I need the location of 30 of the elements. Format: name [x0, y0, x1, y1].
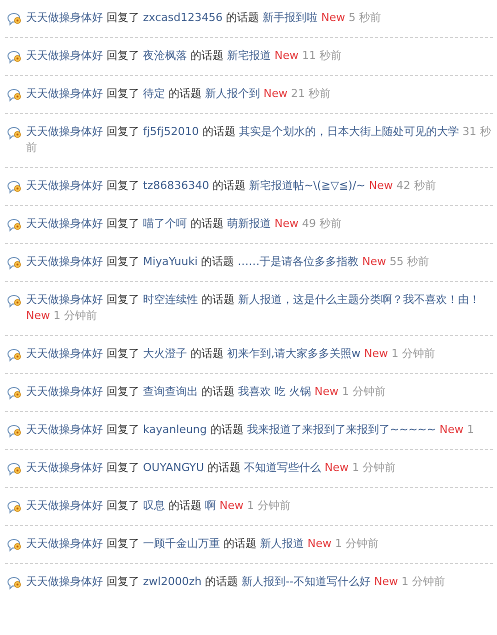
- reply-bubble-icon: [7, 348, 22, 362]
- activity-text: 天天做操身体好 回复了 大火澄子 的话题 初来乍到,请大家多多关照w New 1 分钟前: [26, 346, 435, 362]
- activity-text: 天天做操身体好 回复了 zwl2000zh 的话题 新人报到--不知道写什么好 New 1 分钟前: [26, 574, 446, 590]
- reply-bubble-icon: [7, 538, 22, 552]
- reply-bubble-icon: [7, 500, 22, 514]
- activity-text: 天天做操身体好 回复了 kayanleung 的话题 我来报道了来报到了来报到了~~~~~ New 1: [26, 422, 474, 438]
- activity-text: 天天做操身体好 回复了 喵了个呵 的话题 萌新报道 New 49 秒前: [26, 216, 342, 232]
- reply-bubble-icon: [7, 126, 22, 140]
- activity-text: 天天做操身体好 回复了 待定 的话题 新人报个到 New 21 秒前: [26, 86, 330, 102]
- reply-bubble-icon: [7, 180, 22, 194]
- reply-bubble-icon: [7, 294, 22, 308]
- reply-bubble-icon: [7, 386, 22, 400]
- activity-text: 天天做操身体好 回复了 MiyaYuuki 的话题 ……于是请各位多多指教 New 55 秒前: [26, 254, 430, 270]
- activity-text: 天天做操身体好 回复了 叹息 的话题 啊 New 1 分钟前: [26, 498, 290, 514]
- reply-bubble-icon: [7, 50, 22, 64]
- reply-bubble-icon: [7, 256, 22, 270]
- activity-text: 天天做操身体好 回复了 tz86836340 的话题 新宅报道帖~\(≧▽≦)/~ New 42 秒前: [26, 178, 436, 194]
- activity-text: 天天做操身体好 回复了 夜沧枫落 的话题 新宅报道 New 11 秒前: [26, 48, 342, 64]
- activity-text: 天天做操身体好 回复了 OUYANGYU 的话题 不知道写些什么 New 1 分钟前: [26, 460, 396, 476]
- reply-bubble-icon: [7, 218, 22, 232]
- activity-text: 天天做操身体好 回复了 fj5fj52010 的话题 其实是个划水的，日本大街上随处可见的大学 31 秒前: [26, 124, 492, 156]
- activity-text: 天天做操身体好 回复了 查询查询出 的话题 我喜欢 吃 火锅 New 1 分钟前: [26, 384, 386, 400]
- reply-bubble-icon: [7, 576, 22, 590]
- activity-text: 天天做操身体好 回复了 zxcasd123456 的话题 新手报到啦 New 5 秒前: [26, 10, 382, 26]
- reply-bubble-icon: [7, 88, 22, 102]
- reply-bubble-icon: [7, 462, 22, 476]
- activity-text: 天天做操身体好 回复了 一顾千金山万重 的话题 新人报道 New 1 分钟前: [26, 536, 378, 552]
- activity-text: 天天做操身体好 回复了 时空连续性 的话题 新人报道，这是什么主题分类啊？我不喜欢！由！ New 1 分钟前: [26, 292, 481, 324]
- reply-bubble-icon: [7, 424, 22, 438]
- reply-bubble-icon: [7, 12, 22, 26]
